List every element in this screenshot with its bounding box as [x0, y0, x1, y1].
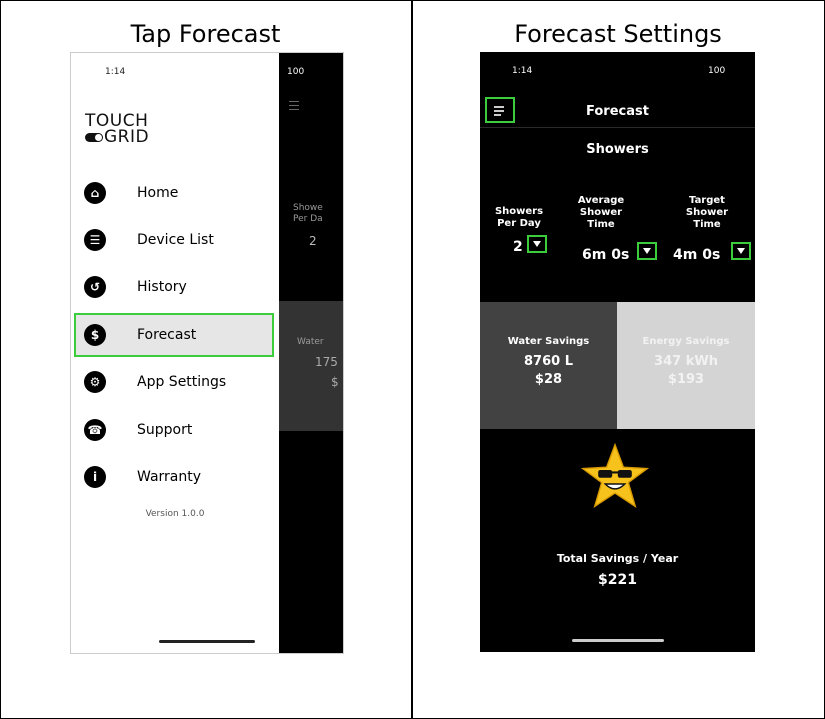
peek-showers-label-1: Showe	[293, 203, 323, 213]
menu-item-warranty[interactable]: i Warranty	[75, 455, 275, 499]
home-icon: ⌂	[84, 182, 106, 204]
target-shower-time-dropdown[interactable]	[731, 242, 751, 260]
peek-showers-value: 2	[309, 234, 317, 248]
peek-water-card: Water 175 $	[279, 301, 343, 431]
average-shower-time-label: Average Shower Time	[577, 195, 625, 230]
menu-item-device-list[interactable]: ☰ Device List	[75, 218, 275, 262]
menu-item-app-settings[interactable]: ⚙ App Settings	[75, 360, 275, 404]
menu-item-label: Support	[137, 422, 193, 438]
water-savings-money: $28	[534, 372, 563, 387]
target-shower-time-label: Target Shower Time	[685, 195, 729, 230]
right-column-title: Forecast Settings	[514, 20, 722, 48]
dollar-icon: $	[84, 324, 106, 346]
phone-menu-screen: 1:14 TOUCH GRID ⌂ Home ☰ Device List ↺ H…	[70, 52, 344, 654]
menu-item-support[interactable]: ☎ Support	[75, 408, 275, 452]
battery-indicator: 100	[287, 67, 305, 77]
column-divider	[411, 0, 413, 719]
menu-item-forecast[interactable]: $ Forecast	[74, 313, 274, 357]
water-savings-label: Water Savings	[507, 336, 590, 347]
showers-per-day-value: 2	[513, 239, 523, 255]
menu-item-label: Forecast	[137, 327, 197, 343]
screen-title: Forecast	[586, 104, 649, 119]
history-icon: ↺	[84, 276, 106, 298]
menu-item-home[interactable]: ⌂ Home	[75, 171, 275, 215]
peek-water-money: $	[331, 375, 339, 389]
status-time: 1:14	[105, 67, 126, 77]
energy-savings-card: Energy Savings 347 kWh $193	[617, 302, 755, 429]
menu-item-label: History	[137, 279, 187, 295]
total-savings-value: $221	[598, 572, 637, 588]
water-savings-amount: 8760 L	[524, 354, 573, 369]
menu-item-label: Home	[137, 185, 179, 201]
list-icon: ☰	[84, 229, 106, 251]
home-indicator	[572, 639, 664, 642]
support-icon: ☎	[84, 419, 106, 441]
peek-water-value: 175	[315, 355, 338, 369]
total-savings-label: Total Savings / Year	[556, 552, 679, 565]
sunglasses-star-icon	[580, 442, 650, 509]
target-shower-time-value: 4m 0s	[673, 247, 721, 263]
menu-item-label: Warranty	[137, 469, 202, 485]
menu-item-history[interactable]: ↺ History	[75, 265, 275, 309]
home-indicator	[159, 640, 255, 643]
menu-item-label: Device List	[137, 232, 214, 248]
section-title: Showers	[586, 142, 649, 157]
touchgrid-logo: TOUCH GRID	[85, 113, 150, 147]
info-icon: i	[84, 466, 106, 488]
energy-savings-amount: 347 kWh	[654, 354, 718, 369]
peek-water-label: Water	[297, 337, 324, 347]
battery-indicator: 100	[708, 66, 726, 76]
logo-toggle-icon	[85, 132, 103, 142]
average-shower-time-value: 6m 0s	[582, 247, 630, 263]
menu-item-label: App Settings	[137, 374, 227, 390]
peek-showers-label-2: Per Da	[293, 214, 323, 224]
status-time: 1:14	[512, 66, 533, 76]
phone-forecast-screen: 1:14 100 Forecast Showers Showers Per Da…	[480, 52, 755, 652]
showers-per-day-label: Showers Per Day	[494, 206, 544, 229]
water-savings-card: Water Savings 8760 L $28	[480, 302, 617, 429]
gear-icon: ⚙	[84, 371, 106, 393]
energy-savings-money: $193	[667, 372, 705, 387]
underlying-screen-peek[interactable]: 100 Showe Per Da 2 Water 175 $	[279, 53, 343, 653]
header-divider	[480, 127, 755, 128]
app-version: Version 1.0.0	[145, 509, 205, 519]
energy-savings-label: Energy Savings	[642, 336, 730, 347]
left-column-title: Tap Forecast	[130, 20, 281, 48]
average-shower-time-dropdown[interactable]	[637, 242, 657, 260]
hamburger-icon	[289, 101, 299, 113]
logo-text-bottom: GRID	[104, 127, 150, 147]
showers-per-day-dropdown[interactable]	[527, 235, 547, 253]
